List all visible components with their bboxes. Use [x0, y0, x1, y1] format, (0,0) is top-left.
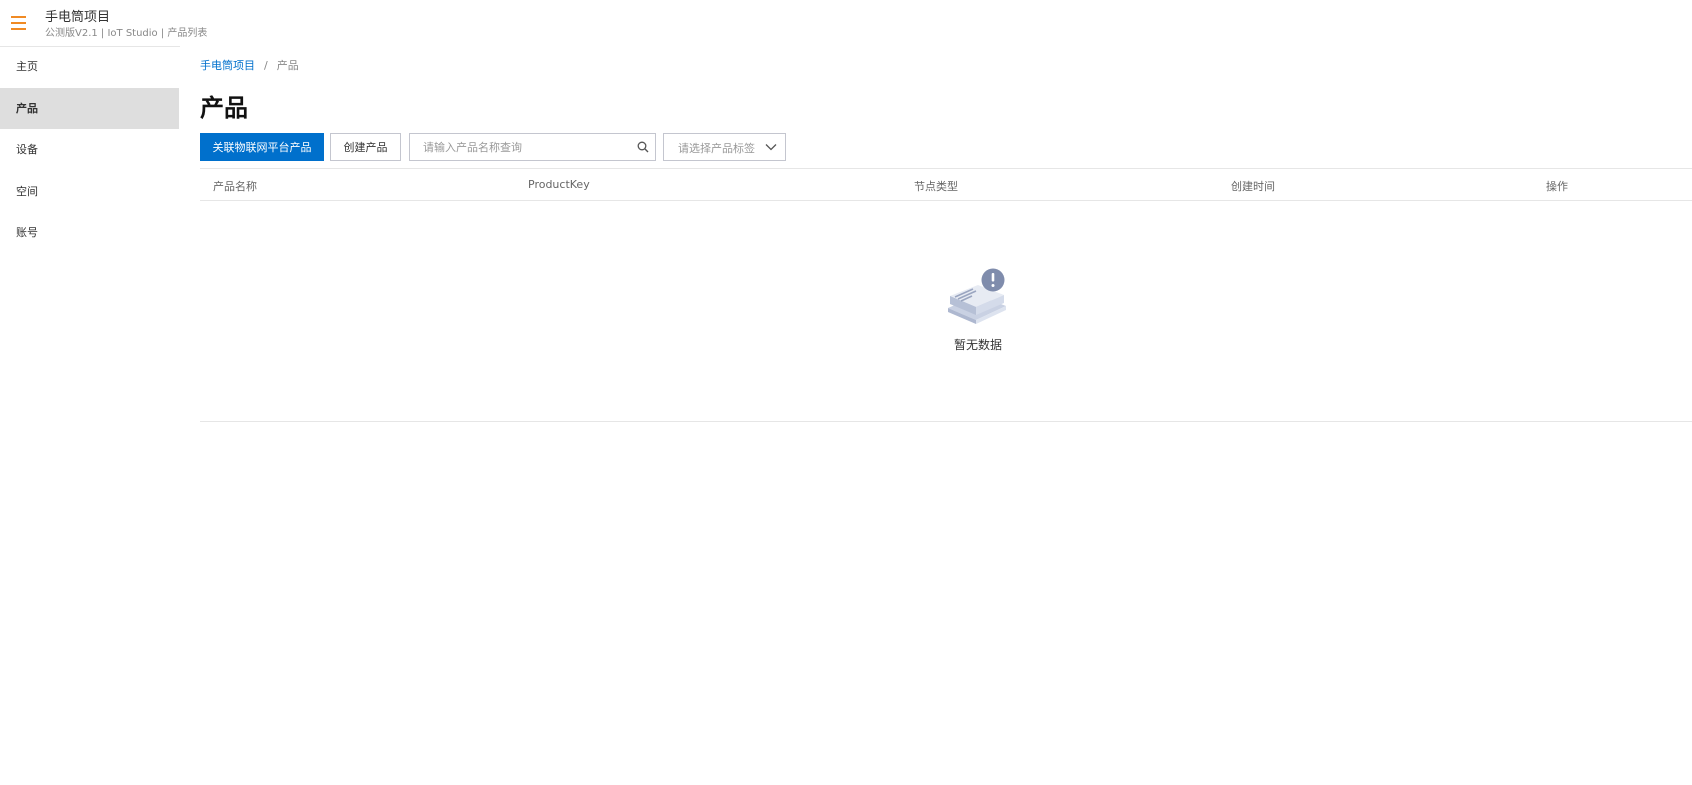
page-title: 产品 [200, 94, 248, 122]
sidebar-item-home[interactable]: 主页 [0, 46, 179, 88]
sidebar-item-accounts[interactable]: 账号 [0, 212, 179, 254]
breadcrumb: 手电筒项目 / 产品 [200, 57, 299, 73]
link-iot-product-button[interactable]: 关联物联网平台产品 [200, 133, 324, 161]
table-header: 产品名称 ProductKey 节点类型 创建时间 操作 [200, 168, 1692, 201]
create-product-button[interactable]: 创建产品 [330, 133, 401, 161]
search-input[interactable] [410, 134, 623, 160]
hamburger-menu-icon[interactable] [11, 16, 26, 30]
sidebar-item-products[interactable]: 产品 [0, 87, 179, 129]
sidebar-item-spaces[interactable]: 空间 [0, 171, 179, 213]
breadcrumb-current: 产品 [276, 59, 299, 72]
project-title: 手电筒项目 [45, 10, 111, 25]
empty-box-icon [948, 268, 1006, 324]
project-subtitle: 公测版V2.1 | IoT Studio | 产品列表 [45, 28, 208, 39]
product-table: 产品名称 ProductKey 节点类型 创建时间 操作 暂无数据 [200, 168, 1692, 422]
column-header-actions: 操作 [1546, 180, 1568, 193]
tag-select-placeholder: 请选择产品标签 [678, 142, 755, 155]
breadcrumb-project-link[interactable]: 手电筒项目 [200, 59, 255, 72]
sidebar: 主页 产品 设备 空间 账号 [0, 46, 179, 254]
top-header: 手电筒项目 公测版V2.1 | IoT Studio | 产品列表 [0, 0, 207, 47]
table-empty-state: 暂无数据 [200, 201, 1692, 422]
column-header-product-key: ProductKey [528, 178, 590, 191]
chevron-down-icon [765, 144, 777, 151]
search-icon[interactable] [637, 141, 649, 153]
column-header-product-name: 产品名称 [213, 180, 257, 193]
sidebar-item-devices[interactable]: 设备 [0, 129, 179, 171]
breadcrumb-separator: / [264, 59, 268, 72]
product-tag-select[interactable]: 请选择产品标签 [663, 133, 786, 161]
product-search [409, 133, 656, 161]
column-header-created-time: 创建时间 [1231, 180, 1275, 193]
column-header-node-type: 节点类型 [914, 180, 958, 193]
empty-state-text: 暂无数据 [954, 338, 1003, 352]
